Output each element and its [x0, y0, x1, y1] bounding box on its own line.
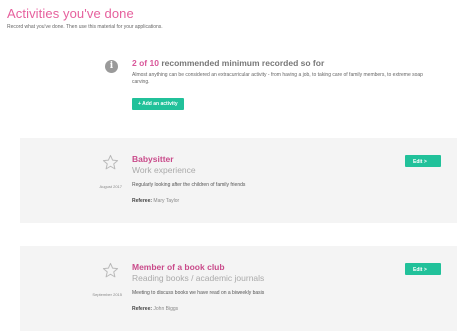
referee-label: Referee:	[132, 198, 153, 204]
referee-label: Referee:	[132, 306, 153, 312]
edit-button[interactable]: Edit >	[405, 263, 441, 275]
page-subtitle: Record what you've done. Then use this m…	[7, 24, 163, 30]
star-icon[interactable]	[102, 262, 119, 279]
recorded-count: 2 of 10	[132, 58, 159, 68]
star-icon[interactable]	[102, 154, 119, 171]
edit-button[interactable]: Edit >	[405, 155, 441, 167]
activity-type: Work experience	[132, 165, 196, 175]
page-title: Activities you've done	[7, 6, 134, 21]
activity-referee: Referee: Mary Taylor	[132, 198, 179, 204]
activity-card: August 2017 Babysitter Work experience R…	[20, 138, 457, 223]
activity-date: August 2017	[99, 184, 122, 189]
info-heading-text: recommended minimum recorded so for	[161, 58, 325, 68]
referee-name: Mary Taylor	[153, 198, 180, 204]
activity-type: Reading books / academic journals	[132, 273, 265, 283]
activity-title: Babysitter	[132, 154, 174, 164]
activity-title: Member of a book club	[132, 262, 225, 272]
info-icon: i	[105, 60, 118, 73]
activity-referee: Referee: John Biggs	[132, 306, 178, 312]
info-heading: 2 of 10 recommended minimum recorded so …	[132, 58, 324, 68]
activity-description: Meeting to discuss books we have read on…	[132, 290, 265, 296]
activity-description: Regularly looking after the children of …	[132, 182, 246, 188]
info-body: Almost anything can be considered an ext…	[132, 72, 423, 85]
referee-name: John Biggs	[153, 306, 179, 312]
activity-card: September 2015 Member of a book club Rea…	[20, 246, 457, 331]
activity-date: September 2015	[92, 292, 122, 297]
add-activity-button[interactable]: + Add an activity	[132, 98, 184, 110]
